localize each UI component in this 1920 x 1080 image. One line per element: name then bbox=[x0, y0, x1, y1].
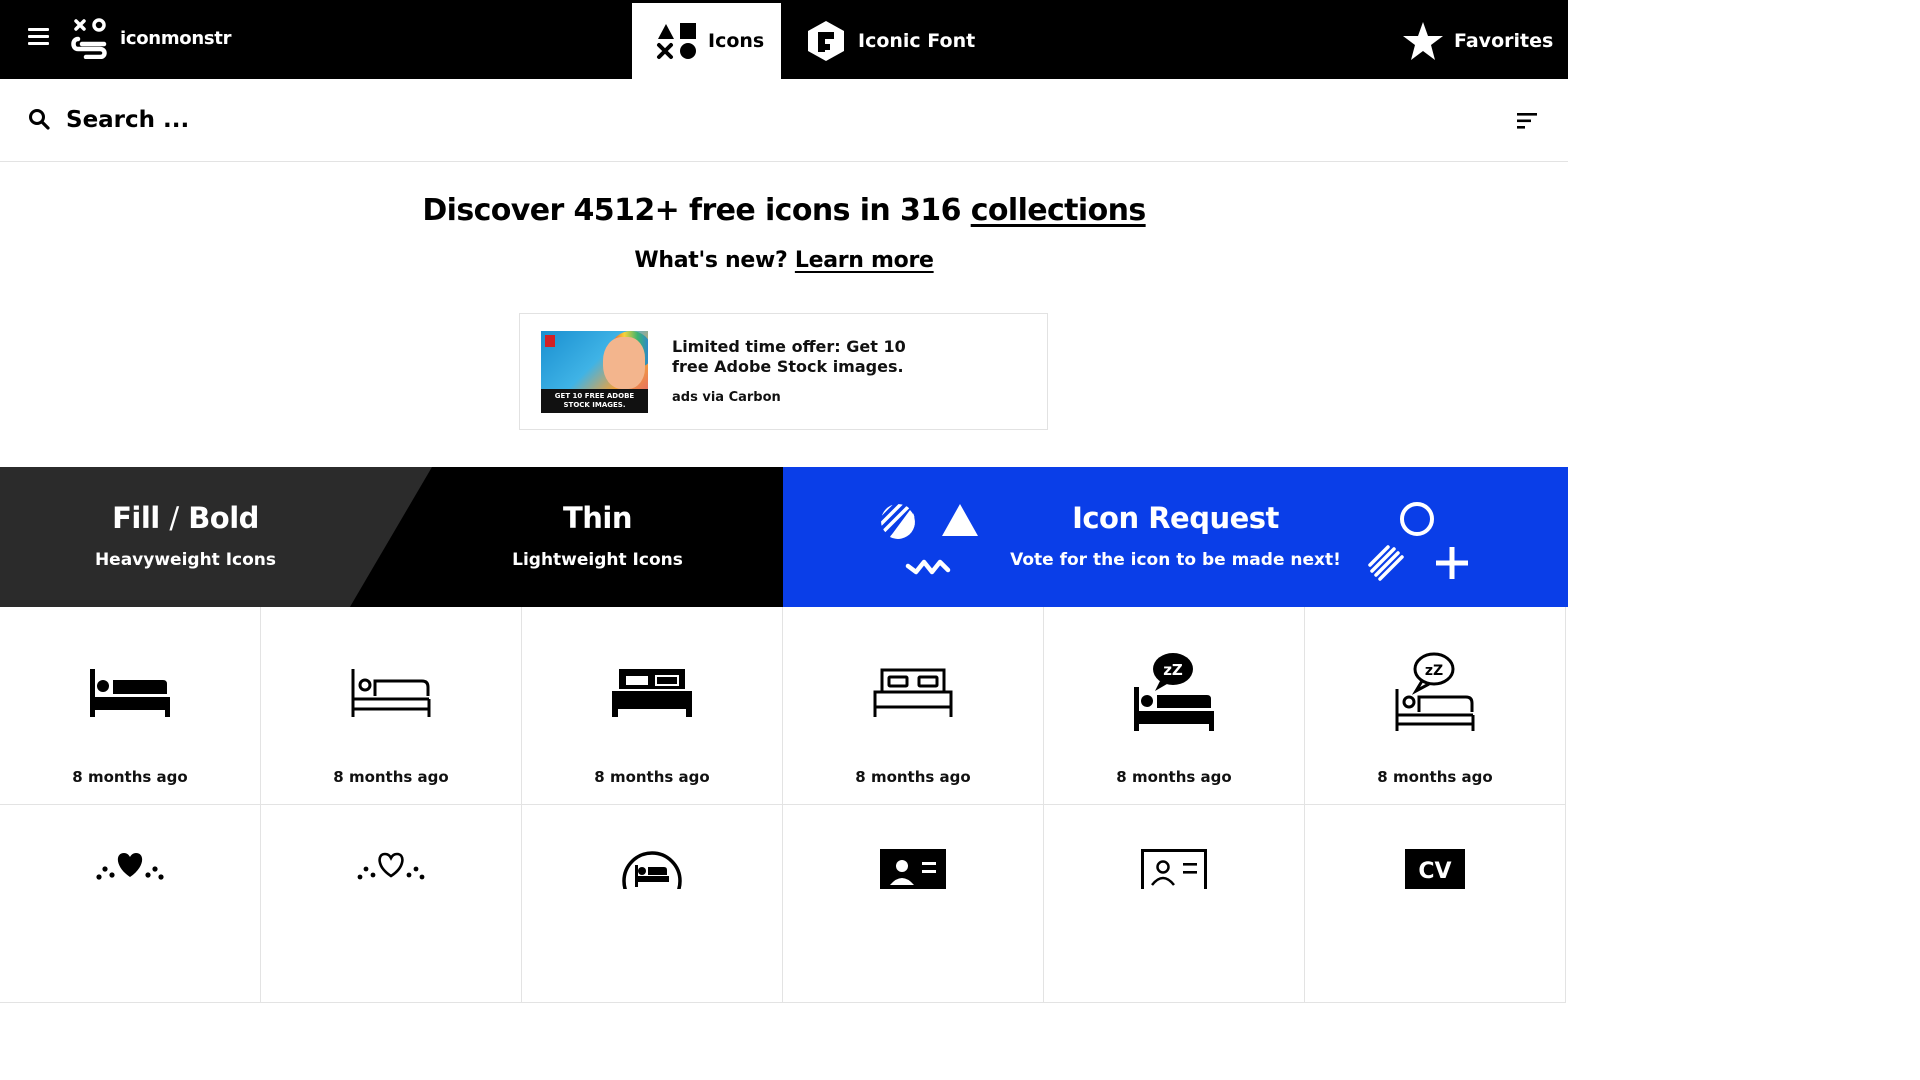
icon-timestamp: 8 months ago bbox=[72, 768, 188, 786]
adobe-badge-icon bbox=[545, 335, 555, 347]
triangle-icon bbox=[942, 504, 978, 536]
icon-card[interactable] bbox=[261, 805, 522, 1003]
fill-label: Fill bbox=[112, 501, 160, 535]
ad-image-face bbox=[603, 337, 645, 389]
plus-icon bbox=[1436, 547, 1468, 579]
icon-card[interactable]: 8 months ago bbox=[522, 607, 783, 805]
carbon-ad: GET 10 FREE ADOBE STOCK IMAGES. Limited … bbox=[519, 313, 1048, 430]
heart-dots-filled-icon bbox=[96, 853, 164, 880]
heart-dots-thin-icon bbox=[357, 852, 425, 880]
iconmonstr-logo-icon bbox=[71, 18, 107, 59]
icon-timestamp: 8 months ago bbox=[594, 768, 710, 786]
icon-card[interactable] bbox=[522, 805, 783, 1003]
tab-favorites[interactable]: Favorites bbox=[1402, 3, 1553, 79]
bed-circle-icon bbox=[622, 851, 682, 889]
search-input[interactable] bbox=[66, 101, 666, 139]
cv-icon: CV bbox=[1405, 849, 1465, 889]
shapes-icon bbox=[657, 23, 696, 59]
icon-card[interactable]: 8 months ago bbox=[783, 607, 1044, 805]
hero-subtitle-text: What's new? bbox=[634, 248, 795, 273]
ad-image[interactable]: GET 10 FREE ADOBE STOCK IMAGES. bbox=[541, 331, 648, 413]
icon-card[interactable]: 8 months ago bbox=[0, 607, 261, 805]
tab-icons[interactable]: Icons bbox=[632, 3, 781, 79]
ad-text[interactable]: Limited time offer: Get 10 free Adobe St… bbox=[672, 337, 942, 377]
tab-icons-label: Icons bbox=[708, 30, 765, 52]
icon-card[interactable]: zZ 8 months ago bbox=[1305, 607, 1566, 805]
ad-image-caption: GET 10 FREE ADOBE STOCK IMAGES. bbox=[541, 389, 648, 413]
id-card-filled-icon bbox=[880, 849, 946, 889]
sleep-bed-thin-icon: zZ bbox=[1395, 652, 1475, 731]
icon-timestamp: 8 months ago bbox=[855, 768, 971, 786]
search-bar bbox=[0, 79, 1568, 162]
learn-more-link[interactable]: Learn more bbox=[795, 248, 934, 273]
ads-via-carbon-link[interactable]: ads via Carbon bbox=[672, 390, 781, 405]
fill-bold-subtitle: Heavyweight Icons bbox=[94, 550, 277, 570]
hero-subtitle: What's new? Learn more bbox=[0, 248, 1568, 273]
icon-card[interactable] bbox=[1044, 805, 1305, 1003]
icon-request-subtitle: Vote for the icon to be made next! bbox=[1010, 550, 1341, 570]
brand-name: iconmonstr bbox=[120, 27, 232, 49]
tab-iconic-font-label: Iconic Font bbox=[858, 30, 976, 52]
icon-timestamp: 8 months ago bbox=[1116, 768, 1232, 786]
icon-request-title: Icon Request bbox=[1072, 501, 1279, 535]
font-hexagon-icon bbox=[808, 21, 844, 61]
icon-card[interactable] bbox=[783, 805, 1044, 1003]
icon-request-banner[interactable]: Icon Request Vote for the icon to be mad… bbox=[783, 467, 1568, 607]
double-bed-filled-icon bbox=[612, 669, 692, 717]
icon-card[interactable]: 8 months ago bbox=[261, 607, 522, 805]
star-icon bbox=[1403, 22, 1443, 60]
icon-card[interactable]: CV bbox=[1305, 805, 1566, 1003]
slash-divider: / bbox=[169, 501, 179, 535]
logo[interactable]: iconmonstr bbox=[70, 16, 231, 60]
hero-title-text: Discover 4512+ free icons in 316 bbox=[422, 193, 971, 228]
thin-title: Thin bbox=[562, 501, 633, 535]
icon-card[interactable] bbox=[0, 805, 261, 1003]
tab-favorites-label: Favorites bbox=[1454, 30, 1554, 52]
bed-filled-icon bbox=[90, 669, 170, 717]
category-banners: Fill / Bold Heavyweight Icons Thin Light… bbox=[0, 467, 1568, 607]
bold-label: Bold bbox=[188, 501, 259, 535]
collections-link[interactable]: collections bbox=[971, 193, 1147, 228]
svg-text:zZ: zZ bbox=[1425, 663, 1443, 679]
zigzag-icon bbox=[905, 559, 951, 575]
search-icon[interactable] bbox=[28, 108, 50, 130]
hero-title: Discover 4512+ free icons in 316 collect… bbox=[0, 193, 1568, 228]
tab-iconic-font[interactable]: Iconic Font bbox=[806, 3, 975, 79]
sort-filter-icon[interactable] bbox=[1516, 110, 1538, 132]
icon-timestamp: 8 months ago bbox=[333, 768, 449, 786]
menu-icon[interactable] bbox=[28, 28, 49, 46]
ring-icon bbox=[1400, 502, 1434, 536]
icon-timestamp: 8 months ago bbox=[1377, 768, 1493, 786]
double-bed-thin-icon bbox=[873, 668, 953, 717]
bed-thin-icon bbox=[351, 669, 431, 717]
id-card-thin-icon bbox=[1141, 849, 1207, 889]
diagonal-lines-icon bbox=[1368, 545, 1404, 581]
svg-text:zZ: zZ bbox=[1163, 661, 1183, 679]
top-navigation-bar: iconmonstr Icons Iconic Font Favorites bbox=[0, 0, 1568, 79]
fill-bold-title: Fill / Bold bbox=[0, 501, 371, 535]
sleep-bed-filled-icon: zZ bbox=[1134, 653, 1214, 731]
striped-circle-icon bbox=[881, 504, 915, 539]
thin-subtitle: Lightweight Icons bbox=[512, 550, 683, 570]
icon-card[interactable]: zZ 8 months ago bbox=[1044, 607, 1305, 805]
